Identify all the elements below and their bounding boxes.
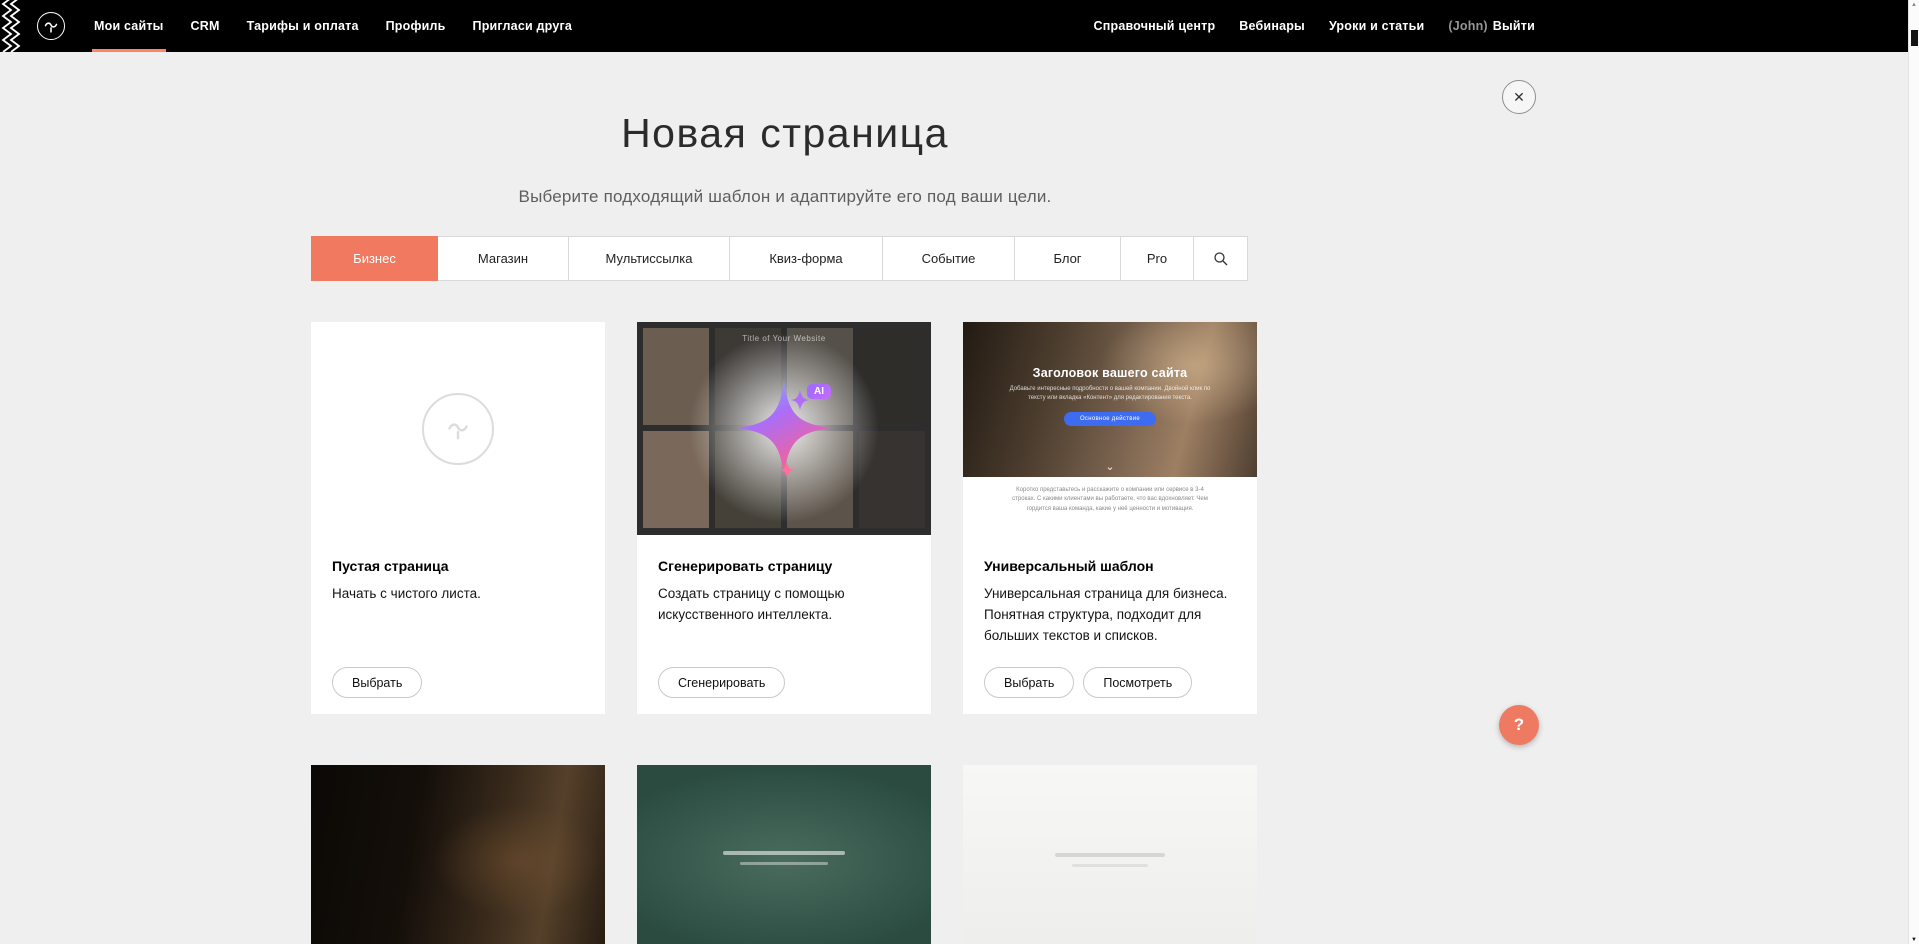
preview-text-line [723, 851, 845, 855]
main-nav: Мои сайты CRM Тарифы и оплата Профиль Пр… [94, 0, 572, 52]
card-description: Универсальная страница для бизнеса. Поня… [984, 584, 1241, 647]
search-icon [1213, 251, 1229, 267]
select-button[interactable]: Выбрать [984, 667, 1074, 698]
preview-button[interactable]: Посмотреть [1083, 667, 1192, 698]
page-title: Новая страница [0, 110, 1570, 157]
preview-cta-button: Основное действие [1064, 412, 1156, 426]
ai-preview[interactable]: Title of Your Website AI [637, 322, 931, 535]
user-logout[interactable]: (John) Выйти [1448, 0, 1535, 52]
close-icon: ✕ [1513, 89, 1525, 106]
close-button[interactable]: ✕ [1502, 80, 1536, 114]
tab-multilink[interactable]: Мультиссылка [568, 236, 730, 281]
scroll-down-arrow-icon[interactable]: ▼ [1909, 937, 1919, 943]
card-title: Сгенерировать страницу [658, 558, 915, 574]
help-button[interactable]: ? [1499, 705, 1539, 745]
card-actions: Выбрать Посмотреть [984, 667, 1192, 698]
secondary-nav: Справочный центр Вебинары Уроки и статьи… [1094, 0, 1536, 52]
nav-crm[interactable]: CRM [191, 0, 220, 52]
universal-preview[interactable]: Заголовок вашего сайта Добавьте интересн… [963, 322, 1257, 535]
user-name: (John) [1448, 19, 1487, 33]
nav-help-center[interactable]: Справочный центр [1094, 0, 1216, 52]
tab-pro[interactable]: Pro [1120, 236, 1194, 281]
card-template-6 [963, 765, 1257, 944]
zigzag-pattern-icon [0, 0, 22, 52]
preview-text-line [1055, 853, 1165, 857]
universal-preview-hero: Заголовок вашего сайта Добавьте интересн… [963, 322, 1257, 477]
tab-quiz[interactable]: Квиз-форма [729, 236, 883, 281]
ai-preview-site-title: Title of Your Website [637, 334, 931, 343]
top-navbar: Мои сайты CRM Тарифы и оплата Профиль Пр… [0, 0, 1919, 52]
card-title: Универсальный шаблон [984, 558, 1241, 574]
template-preview-teal[interactable] [637, 765, 931, 944]
card-template-4 [311, 765, 605, 944]
blank-page-preview[interactable] [311, 322, 605, 535]
card-actions: Сгенерировать [658, 667, 785, 698]
scrollbar[interactable]: ▲ ▼ [1908, 0, 1919, 944]
preview-body-text: Коротко представьтесь и расскажите о ком… [963, 477, 1257, 535]
tab-search[interactable] [1193, 236, 1248, 281]
card-blank-page: Пустая страница Начать с чистого листа. … [311, 322, 605, 714]
nav-invite-friend[interactable]: Пригласи друга [473, 0, 573, 52]
tilda-logo[interactable] [37, 12, 65, 40]
card-actions: Выбрать [332, 667, 422, 698]
tilde-icon [40, 15, 62, 37]
preview-heading: Заголовок вашего сайта [963, 322, 1257, 380]
tilde-icon [441, 412, 475, 446]
preview-text-line [1072, 864, 1148, 867]
tab-shop[interactable]: Магазин [437, 236, 569, 281]
nav-tariffs[interactable]: Тарифы и оплата [247, 0, 359, 52]
template-preview-dark[interactable] [311, 765, 605, 944]
card-title: Пустая страница [332, 558, 589, 574]
preview-subheading: Добавьте интересные подробности о вашей … [1004, 385, 1216, 403]
card-ai-generate: Title of Your Website AI Сгенерировать с… [637, 322, 931, 714]
nav-profile[interactable]: Профиль [386, 0, 446, 52]
nav-lessons[interactable]: Уроки и статьи [1329, 0, 1424, 52]
scroll-up-arrow-icon[interactable]: ▲ [1909, 2, 1919, 8]
generate-button[interactable]: Сгенерировать [658, 667, 785, 698]
tab-blog[interactable]: Блог [1014, 236, 1121, 281]
ai-badge: AI [807, 384, 831, 399]
card-universal-template: Заголовок вашего сайта Добавьте интересн… [963, 322, 1257, 714]
preview-text-line [740, 862, 828, 865]
tilda-watermark [422, 393, 494, 465]
nav-webinars[interactable]: Вебинары [1239, 0, 1305, 52]
card-description: Создать страницу с помощью искусственног… [658, 584, 915, 626]
tab-event[interactable]: Событие [882, 236, 1015, 281]
card-description: Начать с чистого листа. [332, 584, 589, 605]
tab-business[interactable]: Бизнес [311, 236, 438, 281]
ai-sparkle-icon [637, 322, 931, 535]
chevron-down-icon: ⌄ [963, 460, 1257, 473]
template-category-tabs: Бизнес Магазин Мультиссылка Квиз-форма С… [311, 236, 1256, 281]
card-template-5 [637, 765, 931, 944]
scrollbar-thumb[interactable] [1911, 30, 1918, 46]
template-grid: Пустая страница Начать с чистого листа. … [311, 322, 1257, 944]
question-icon: ? [1514, 715, 1524, 735]
app-window: Мои сайты CRM Тарифы и оплата Профиль Пр… [0, 0, 1919, 944]
nav-my-sites[interactable]: Мои сайты [94, 0, 164, 52]
page-subtitle: Выберите подходящий шаблон и адаптируйте… [0, 187, 1570, 207]
select-button[interactable]: Выбрать [332, 667, 422, 698]
template-preview-light[interactable] [963, 765, 1257, 944]
logout-link[interactable]: Выйти [1493, 19, 1535, 33]
